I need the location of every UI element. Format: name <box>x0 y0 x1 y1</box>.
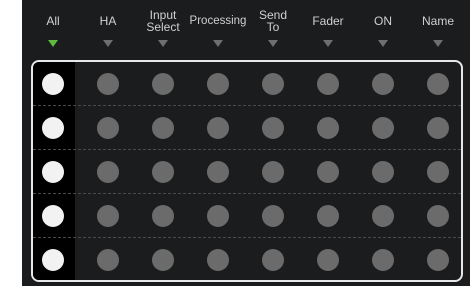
column-label: ON <box>374 14 392 28</box>
column-label: Name <box>421 14 454 28</box>
toggle-dot-fader[interactable] <box>317 117 339 139</box>
toggle-dot-input-select[interactable] <box>152 205 174 227</box>
column-label: Fader <box>312 14 344 28</box>
column-header-fader[interactable]: Fader <box>298 6 358 52</box>
triangle-down-icon <box>158 40 168 47</box>
column-header-name[interactable]: Name <box>408 6 468 52</box>
toggle-dot-processing[interactable] <box>207 73 229 95</box>
toggle-dot-ha[interactable] <box>97 205 119 227</box>
toggle-dot-processing[interactable] <box>207 117 229 139</box>
column-header-all[interactable]: All <box>23 6 83 52</box>
toggle-dot-all[interactable] <box>42 73 64 95</box>
column-header-on[interactable]: ON <box>353 6 413 52</box>
table-row <box>33 106 461 150</box>
toggle-dot-name[interactable] <box>427 117 449 139</box>
toggle-dot-name[interactable] <box>427 161 449 183</box>
toggle-dot-all[interactable] <box>42 249 64 271</box>
toggle-dot-name[interactable] <box>427 73 449 95</box>
toggle-dot-on[interactable] <box>372 161 394 183</box>
column-header-ha[interactable]: HA <box>78 6 138 52</box>
toggle-dot-on[interactable] <box>372 73 394 95</box>
triangle-down-icon <box>378 40 388 47</box>
toggle-dot-send-to[interactable] <box>262 161 284 183</box>
toggle-dot-fader[interactable] <box>317 205 339 227</box>
toggle-dot-input-select[interactable] <box>152 117 174 139</box>
toggle-dot-processing[interactable] <box>207 161 229 183</box>
toggle-dot-send-to[interactable] <box>262 117 284 139</box>
triangle-down-icon <box>323 40 333 47</box>
toggle-dot-ha[interactable] <box>97 117 119 139</box>
column-label: Processing <box>189 15 247 27</box>
table-row <box>33 194 461 238</box>
recall-safe-panel: All HA Input Select Processing Send To Fader O… <box>22 0 470 286</box>
toggle-dot-send-to[interactable] <box>262 249 284 271</box>
toggle-dot-ha[interactable] <box>97 73 119 95</box>
table-row <box>33 62 461 106</box>
toggle-dot-all[interactable] <box>42 117 64 139</box>
column-label: Input Select <box>146 8 180 34</box>
triangle-down-icon <box>48 40 58 47</box>
triangle-down-icon <box>268 40 278 47</box>
toggle-dot-on[interactable] <box>372 249 394 271</box>
toggle-dot-fader[interactable] <box>317 161 339 183</box>
toggle-dot-name[interactable] <box>427 205 449 227</box>
column-header-send-to[interactable]: Send To <box>243 6 303 52</box>
toggle-dot-processing[interactable] <box>207 205 229 227</box>
toggle-dot-ha[interactable] <box>97 249 119 271</box>
toggle-dot-input-select[interactable] <box>152 161 174 183</box>
toggle-dot-processing[interactable] <box>207 249 229 271</box>
toggle-dot-send-to[interactable] <box>262 205 284 227</box>
triangle-down-icon <box>433 40 443 47</box>
column-label: HA <box>99 14 117 28</box>
column-header-bar: All HA Input Select Processing Send To Fader O… <box>22 0 470 52</box>
column-label: Send To <box>258 8 288 34</box>
toggle-dot-all[interactable] <box>42 205 64 227</box>
toggle-dot-name[interactable] <box>427 249 449 271</box>
table-row <box>33 150 461 194</box>
toggle-dot-fader[interactable] <box>317 249 339 271</box>
column-header-processing[interactable]: Processing <box>188 6 248 52</box>
toggle-dot-ha[interactable] <box>97 161 119 183</box>
triangle-down-icon <box>103 40 113 47</box>
toggle-dot-on[interactable] <box>372 205 394 227</box>
table-row <box>33 238 461 280</box>
toggle-dot-fader[interactable] <box>317 73 339 95</box>
triangle-down-icon <box>213 40 223 47</box>
toggle-dot-all[interactable] <box>42 161 64 183</box>
toggle-dot-on[interactable] <box>372 117 394 139</box>
toggle-dot-input-select[interactable] <box>152 249 174 271</box>
selection-grid <box>31 60 463 282</box>
toggle-dot-input-select[interactable] <box>152 73 174 95</box>
column-header-input-select[interactable]: Input Select <box>133 6 193 52</box>
toggle-dot-send-to[interactable] <box>262 73 284 95</box>
column-label: All <box>46 14 60 28</box>
